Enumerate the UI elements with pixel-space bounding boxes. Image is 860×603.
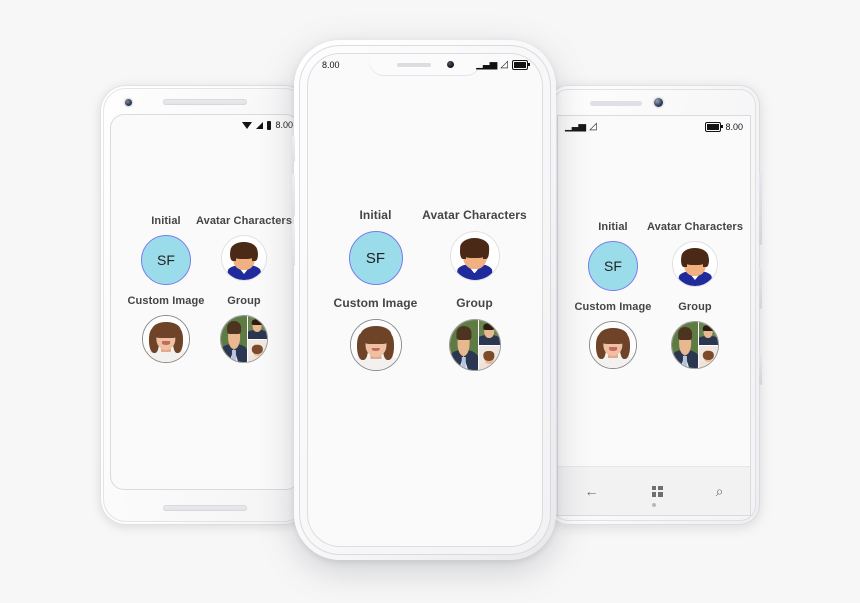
wifi-icon: ◿ [589,121,597,132]
group-avatar[interactable] [671,321,719,370]
android-avatar-demo: Initial SF Avatar Characters Custom Imag… [111,215,299,364]
avatar-label-group: Group [456,296,493,311]
avatar-label-group: Group [227,295,261,308]
group-avatar-art [221,316,267,363]
custom-image-avatar[interactable] [142,315,190,364]
custom-image-avatar-art [350,320,401,371]
winphone-screen: ▁▃▅ ◿ 8.00 Initial SF Avatar Characters … [558,116,750,515]
android-status-bar: 8.00 [111,115,299,135]
avatar-item-group[interactable]: Group [205,295,283,364]
winphone-power-button[interactable] [759,267,762,309]
avatar-label-initial: Initial [151,215,181,227]
initial-avatar[interactable]: SF [588,241,638,292]
avatar-item-characters[interactable]: Avatar Characters [647,221,743,291]
winphone-earpiece-grille [590,101,642,106]
character-avatar[interactable] [221,235,267,282]
battery-icon [267,120,272,130]
iphone-mute-switch[interactable] [292,136,295,162]
avatar-label-characters: Avatar Characters [422,208,527,222]
custom-image-avatar-art [590,322,636,369]
search-icon[interactable]: ⌕ [716,484,724,498]
avatar-item-characters[interactable]: Avatar Characters [196,215,292,285]
character-avatar-art [222,236,266,281]
avatar-item-characters[interactable]: Avatar Characters [422,208,527,285]
windows-start-icon[interactable] [651,485,663,497]
android-speaker-grille [163,505,247,511]
status-bar-time: 8.00 [725,122,743,132]
iphone-screen: 8.00 ▁▃▅ ◿ Initial SF Avatar Characters … [308,54,542,546]
battery-icon [512,59,530,70]
avatar-label-custom-image: Custom Image [574,301,652,314]
avatar-item-custom-image[interactable]: Custom Image [127,295,205,364]
cellular-signal-icon: ▁▃▅ [565,121,586,132]
character-avatar-art [673,242,717,287]
avatar-item-initial[interactable]: Initial SF [572,221,654,292]
mockup-stage: 8.00 Initial SF Avatar Characters Custom… [0,0,860,603]
custom-image-avatar-art [143,316,189,363]
iphone-volume-down-button[interactable] [292,224,295,266]
character-avatar-art [451,232,499,281]
avatar-label-initial: Initial [359,208,392,222]
avatar-item-group[interactable]: Group [654,301,736,370]
avatar-label-group: Group [678,301,712,314]
android-front-camera-icon [125,99,132,106]
character-avatar[interactable] [449,231,500,282]
android-earpiece-grille [163,99,247,105]
character-avatar[interactable] [672,241,718,288]
initial-avatar[interactable]: SF [141,235,191,286]
iphone-volume-up-button[interactable] [292,174,295,216]
back-icon[interactable]: ← [585,484,599,498]
avatar-label-custom-image: Custom Image [333,296,418,311]
cellular-signal-icon: ▁▃▅ [476,58,497,70]
device-iphone: 8.00 ▁▃▅ ◿ Initial SF Avatar Characters … [292,40,556,560]
initial-avatar[interactable]: SF [348,231,403,286]
iphone-status-bar: 8.00 ▁▃▅ ◿ [308,54,542,75]
winphone-nav-indicator [652,503,656,507]
avatar-item-custom-image[interactable]: Custom Image [326,296,425,372]
device-android: 8.00 Initial SF Avatar Characters Custom… [100,85,312,525]
avatar-label-custom-image: Custom Image [127,295,205,308]
avatar-item-initial[interactable]: Initial SF [127,215,205,286]
avatar-label-characters: Avatar Characters [195,215,293,227]
winphone-front-camera-icon [654,98,663,107]
iphone-avatar-demo: Initial SF Avatar Characters Custom Imag… [308,208,542,372]
winphone-status-bar: ▁▃▅ ◿ 8.00 [558,116,750,138]
custom-image-avatar[interactable] [589,321,637,370]
winphone-nav-bar: ← ⌕ [558,466,750,515]
winphone-camera-button[interactable] [759,353,762,385]
group-avatar-art [449,320,500,371]
avatar-item-group[interactable]: Group [425,296,524,372]
wifi-icon: ◿ [500,58,508,70]
device-windows-phone: ▁▃▅ ◿ 8.00 Initial SF Avatar Characters … [548,85,762,525]
avatar-item-initial[interactable]: Initial SF [326,208,425,286]
custom-image-avatar[interactable] [349,319,402,372]
initial-avatar-text: SF [157,252,175,269]
winphone-volume-button[interactable] [759,173,762,245]
group-avatar-art [672,322,718,369]
avatar-label-initial: Initial [598,221,628,233]
battery-icon [705,122,724,132]
android-screen: 8.00 Initial SF Avatar Characters Custom… [111,115,299,489]
status-bar-time: 8.00 [322,59,340,70]
avatar-label-characters: Avatar Characters [646,221,744,233]
cellular-signal-icon [256,121,264,129]
winphone-avatar-demo: Initial SF Avatar Characters Custom Imag… [558,221,750,370]
group-avatar[interactable] [448,319,501,372]
wifi-icon [242,121,253,129]
initial-avatar-text: SF [604,258,622,275]
initial-avatar-text: SF [365,249,386,267]
avatar-item-custom-image[interactable]: Custom Image [572,301,654,370]
status-bar-time: 8.00 [275,120,293,130]
group-avatar[interactable] [220,315,268,364]
